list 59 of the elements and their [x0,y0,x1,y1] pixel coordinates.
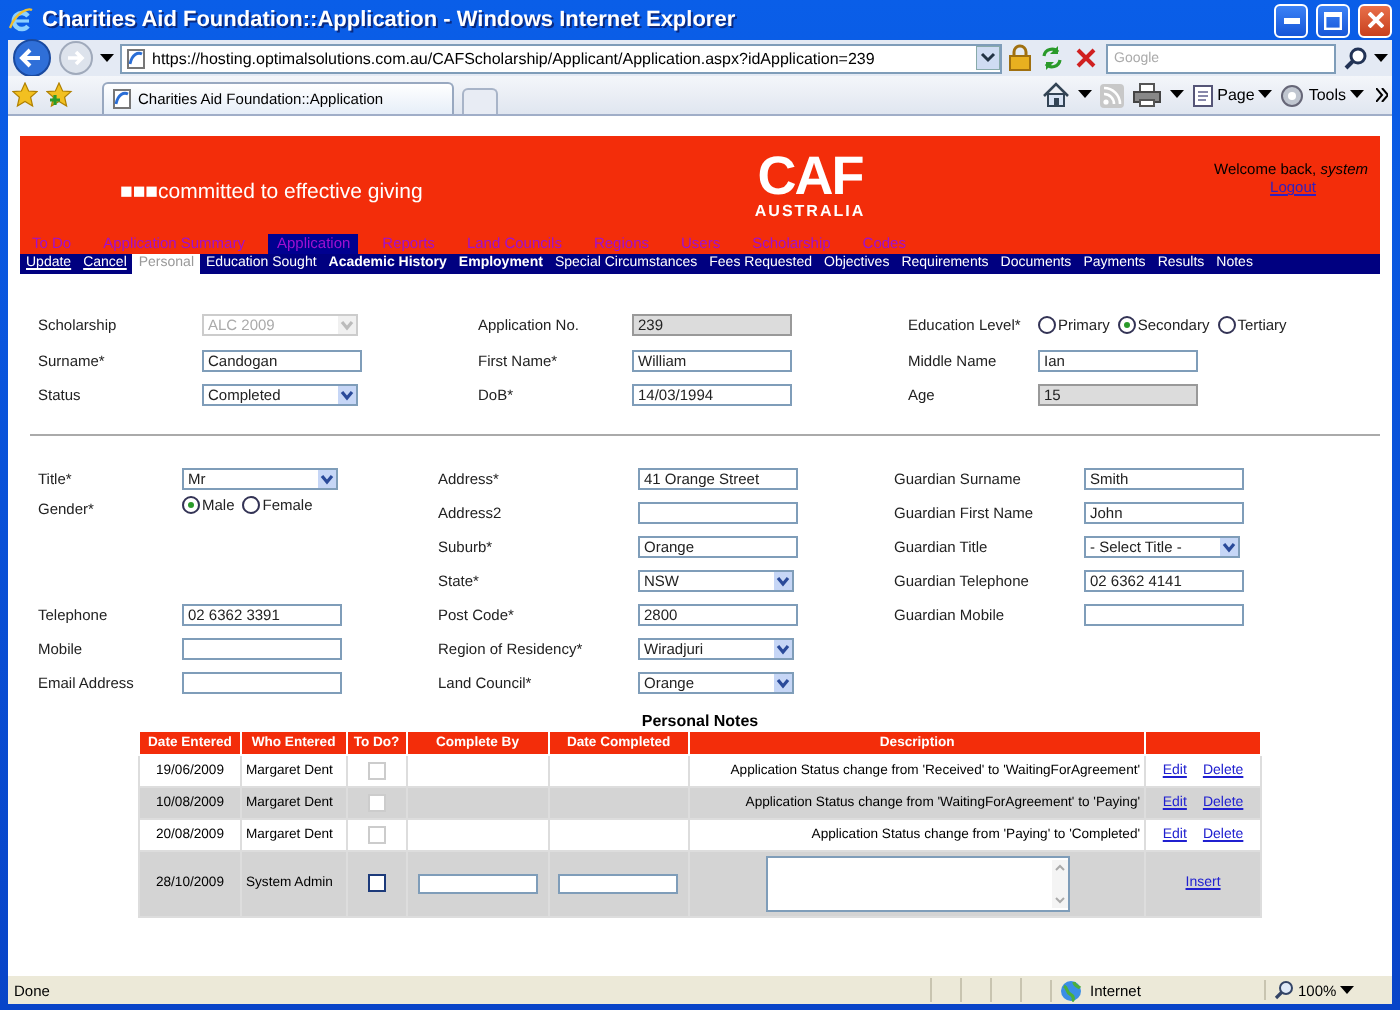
caret-icon [1258,87,1273,103]
refresh-button[interactable] [1038,44,1066,72]
dropdown-arrow-icon [774,571,792,589]
checkbox[interactable] [367,874,386,892]
window-title: Charities Aid Foundation::Application - Windows Internet Explorer [42,8,736,32]
page-icon [126,47,146,69]
page-icon [1191,81,1214,109]
caret-icon[interactable] [1077,87,1092,103]
close-button[interactable] [1358,3,1392,37]
maximize-icon [1324,11,1342,29]
maximize-button[interactable] [1316,3,1350,37]
page-icon [112,88,132,110]
dropdown-arrow-icon [1220,537,1238,555]
text-field[interactable] [417,873,538,893]
scrollbar-icon [1051,859,1068,907]
text-field[interactable] [182,637,342,659]
text-field[interactable] [1084,603,1244,625]
dropdown-arrow-icon [338,386,356,405]
page-menu[interactable]: Page [1191,81,1273,109]
logo-subtitle: AUSTRALIA [754,201,866,219]
globe-icon [1060,979,1082,1001]
text-area[interactable] [765,855,1070,911]
tools-menu[interactable]: Tools [1280,81,1364,109]
caret-icon[interactable] [1374,50,1388,66]
logo-text: CAF [757,149,863,201]
dropdown-arrow-icon [774,673,792,691]
url-text: https://hosting.optimalsolutions.com.au/CAFScholarship/Applicant/Application.aspx?idApplication=239 [152,49,877,67]
radio-button[interactable] [1038,316,1056,335]
browser-logo-icon [8,7,34,33]
address-bar[interactable]: https://hosting.optimalsolutions.com.au/CAFScholarship/Applicant/Application.aspx?idApplication=239 [120,43,1002,73]
padlock-icon[interactable] [1008,44,1032,72]
caret-icon[interactable] [100,50,114,66]
radio-button[interactable] [1217,316,1236,335]
caret-icon [1350,87,1364,103]
printer-icon[interactable] [1131,81,1162,109]
minimize-icon [1283,17,1299,23]
text-field[interactable] [182,671,342,693]
text-field[interactable] [638,501,798,523]
dropdown-arrow-icon [318,469,336,487]
dropdown-arrow-icon [774,639,792,657]
radio-button[interactable] [1117,316,1136,335]
table-title: Personal Notes [641,711,759,729]
star-icon[interactable] [12,79,38,111]
minimize-button[interactable] [1274,3,1308,37]
radio-button[interactable] [182,495,200,513]
radio-button[interactable] [242,495,261,513]
chevron-icon[interactable] [1376,88,1388,102]
magnifier-icon [1274,980,1294,1000]
caret-icon [1340,982,1355,998]
home-icon[interactable] [1041,81,1070,109]
text-field[interactable] [558,873,679,893]
close-icon [1367,12,1383,28]
search-button[interactable] [1342,45,1368,71]
caret-icon[interactable] [1169,87,1184,103]
dropdown-arrow-icon [338,316,356,335]
back-button[interactable] [12,40,52,76]
dropdown-arrow-icon[interactable] [976,46,1000,70]
stop-button[interactable] [1072,44,1100,72]
tagline: ■■■committed to effective giving [118,180,425,204]
